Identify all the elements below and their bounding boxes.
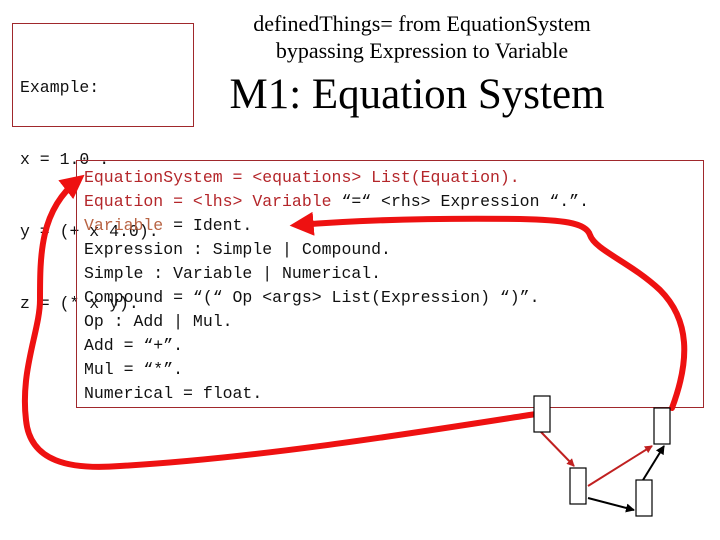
grammar-rule-line: Variable = Ident. [84, 214, 703, 238]
grammar-rule-segment: Equation = <lhs> Variable [84, 192, 332, 211]
subtitle-line-2: bypassing Expression to Variable [275, 38, 569, 63]
grammar-rule-line: Add = “+”. [84, 334, 703, 358]
grammar-rule-segment: EquationSystem = <equations> List(Equati… [84, 168, 520, 187]
grammar-rule-segment: Simple : Variable | Numerical. [84, 264, 382, 283]
grammar-box: EquationSystem = <equations> List(Equati… [76, 160, 704, 408]
grammar-rule-line: Simple : Variable | Numerical. [84, 262, 703, 286]
edge-expression-to-variable [642, 445, 665, 481]
example-line: Example: [20, 78, 100, 97]
grammar-rule-line: Compound = “(“ Op <args> List(Expression… [84, 286, 703, 310]
grammar-rule-segment: Op : Add | Mul. [84, 312, 233, 331]
grammar-rule-segment: Mul = “*”. [84, 360, 184, 379]
edge-root-to-equation [540, 431, 575, 467]
example-box: Example: x = 1.0 . y = (+ x 4.0). z = (*… [12, 23, 194, 313]
grammar-rule-segment: Add = “+”. [84, 336, 184, 355]
grammar-rule-segment: Expression : Simple | Compound. [84, 240, 391, 259]
grammar-rule-line: Numerical = float. [84, 382, 703, 406]
equation-node[interactable] [569, 467, 587, 505]
grammar-rule-line: Op : Add | Mul. [84, 310, 703, 334]
expression-node[interactable] [635, 479, 653, 517]
grammar-rule-line: Expression : Simple | Compound. [84, 238, 703, 262]
grammar-rule-line: EquationSystem = <equations> List(Equati… [84, 166, 703, 190]
grammar-rule-segment: “=“ <rhs> Expression “.”. [331, 192, 589, 211]
subtitle-line-1: definedThings= from EquationSystem [253, 11, 591, 36]
grammar-rule-segment: Variable [84, 216, 164, 235]
grammar-rule-segment: Compound = “(“ Op <args> List(Expression… [84, 288, 540, 307]
grammar-rule-line: Mul = “*”. [84, 358, 703, 382]
grammar-rule-segment: Numerical = float. [84, 384, 263, 403]
grammar-rule-line: Equation = <lhs> Variable “=“ <rhs> Expr… [84, 190, 703, 214]
variable-node[interactable] [653, 407, 671, 445]
incoming-root-arrow [108, 414, 530, 464]
subtitle: definedThings= from EquationSystem bypas… [222, 10, 622, 64]
edge-equation-to-expression [587, 497, 635, 513]
equation-system-node[interactable] [533, 395, 551, 433]
page-title: M1: Equation System [229, 71, 605, 118]
grammar-rule-segment: = Ident. [163, 216, 253, 235]
